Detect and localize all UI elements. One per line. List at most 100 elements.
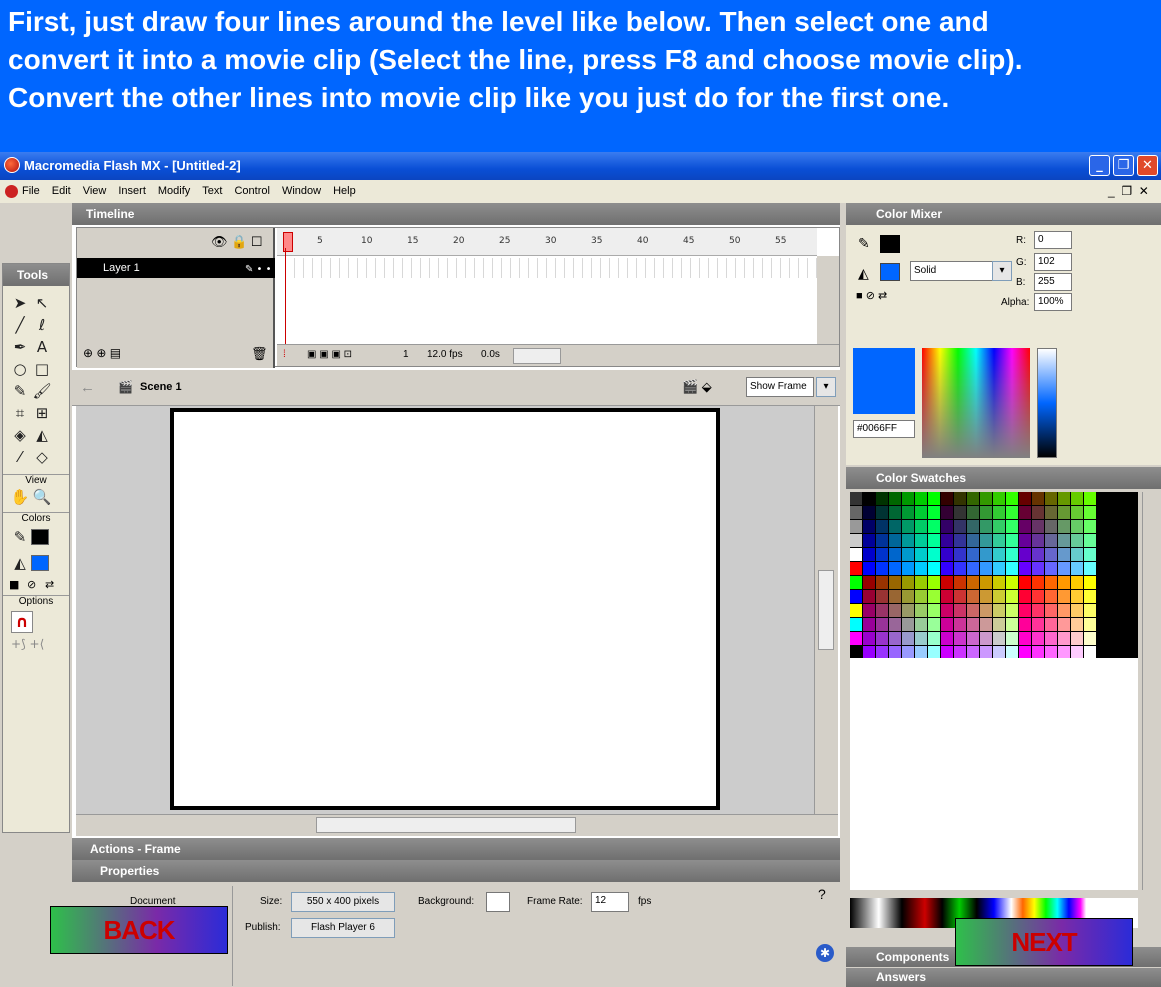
swatch[interactable] [1058,604,1071,618]
swatch[interactable] [928,632,941,646]
swatch[interactable] [915,548,928,562]
swatch[interactable] [915,562,928,576]
swatch[interactable] [941,562,954,576]
swatch[interactable] [928,520,941,534]
swatch[interactable] [1019,604,1032,618]
swatch[interactable] [889,492,902,506]
swatch[interactable] [850,534,863,548]
swatch[interactable] [928,590,941,604]
swatch[interactable] [902,506,915,520]
swatch[interactable] [1071,562,1084,576]
swatch[interactable] [876,590,889,604]
swatch[interactable] [941,618,954,632]
swatch[interactable] [928,548,941,562]
swatch[interactable] [1032,632,1045,646]
oval-tool-icon[interactable]: ○ [9,358,31,380]
swatch[interactable] [954,534,967,548]
swatch[interactable] [915,604,928,618]
swatch[interactable] [1084,548,1097,562]
swatch[interactable] [902,562,915,576]
arrow-tool-icon[interactable]: ➤ [9,292,31,314]
frame-ruler[interactable]: 5 10 15 20 25 30 35 40 45 50 55 [277,228,817,256]
swatch[interactable] [1058,618,1071,632]
stroke-color-swatch[interactable] [31,529,49,545]
swatch[interactable] [850,492,863,506]
stage-canvas[interactable] [170,408,720,810]
swatch[interactable] [1045,506,1058,520]
swatch[interactable] [967,576,980,590]
menu-text[interactable]: Text [196,180,228,203]
delete-layer-icon[interactable]: 🗑 [251,346,268,362]
swatch[interactable] [1045,618,1058,632]
swatch[interactable] [1084,520,1097,534]
smooth-straighten-icon[interactable]: +⟆ +⟨ [3,637,69,651]
swatch[interactable] [980,548,993,562]
publish-button[interactable]: Flash Player 6 [291,918,395,938]
swatch[interactable] [1084,506,1097,520]
ink-bottle-tool-icon[interactable]: ◈ [9,424,31,446]
swatch[interactable] [889,562,902,576]
swatch[interactable] [980,576,993,590]
swatch[interactable] [876,604,889,618]
zoom-dropdown-icon[interactable]: ▾ [816,377,836,397]
swatch[interactable] [902,618,915,632]
help-icon[interactable]: ? [818,886,826,902]
onion-skin-icons[interactable]: ▣ ▣ ▣ ⊡ [307,349,352,360]
swatch[interactable] [1058,534,1071,548]
swatch[interactable] [1019,618,1032,632]
swatch[interactable] [902,548,915,562]
swatch[interactable] [876,506,889,520]
swatch[interactable] [902,520,915,534]
swatch[interactable] [876,618,889,632]
swatch[interactable] [1045,492,1058,506]
swatch[interactable] [1084,604,1097,618]
swatch[interactable] [967,562,980,576]
swatch[interactable] [1071,632,1084,646]
swatch[interactable] [1058,548,1071,562]
swatch[interactable] [863,562,876,576]
swatch[interactable] [980,590,993,604]
layer-frames[interactable] [277,258,817,278]
swatch[interactable] [1006,590,1019,604]
swatch[interactable] [1058,562,1071,576]
back-arrow-icon[interactable]: ← [80,379,95,396]
swatch[interactable] [902,576,915,590]
swatch[interactable] [928,604,941,618]
swatch[interactable] [1006,548,1019,562]
swatch[interactable] [876,562,889,576]
swatch[interactable] [954,506,967,520]
swatch[interactable] [1019,576,1032,590]
swatch[interactable] [1019,632,1032,646]
swatch[interactable] [915,492,928,506]
swatch[interactable] [954,548,967,562]
mixer-fill-swatch[interactable] [880,263,900,281]
swatch[interactable] [850,506,863,520]
swatch[interactable] [1019,590,1032,604]
swatch[interactable] [993,492,1006,506]
swatch[interactable] [1058,632,1071,646]
swatch[interactable] [889,604,902,618]
center-frame-icon[interactable]: ⁞ [283,349,286,360]
text-tool-icon[interactable]: A [31,336,53,358]
swatch[interactable] [863,520,876,534]
swatch[interactable] [1084,492,1097,506]
menu-view[interactable]: View [77,180,113,203]
swatch[interactable] [863,576,876,590]
swatch[interactable] [980,632,993,646]
swatch[interactable] [1058,590,1071,604]
swatch[interactable] [876,632,889,646]
stage-vscroll-thumb[interactable] [818,570,834,650]
swatch[interactable] [1045,604,1058,618]
swatch[interactable] [954,562,967,576]
swatch[interactable] [980,618,993,632]
edit-scene-symbol-icons[interactable]: 🎬 ⬙ [682,379,712,395]
swatch[interactable] [993,590,1006,604]
swatch[interactable] [954,632,967,646]
swatch[interactable] [850,618,863,632]
swatch[interactable] [863,632,876,646]
swatch[interactable] [1071,492,1084,506]
add-layer-icons[interactable]: ⊕ ⊕ ▤ [83,346,121,360]
swatch[interactable] [967,548,980,562]
swatch[interactable] [1071,534,1084,548]
swatch[interactable] [1058,492,1071,506]
